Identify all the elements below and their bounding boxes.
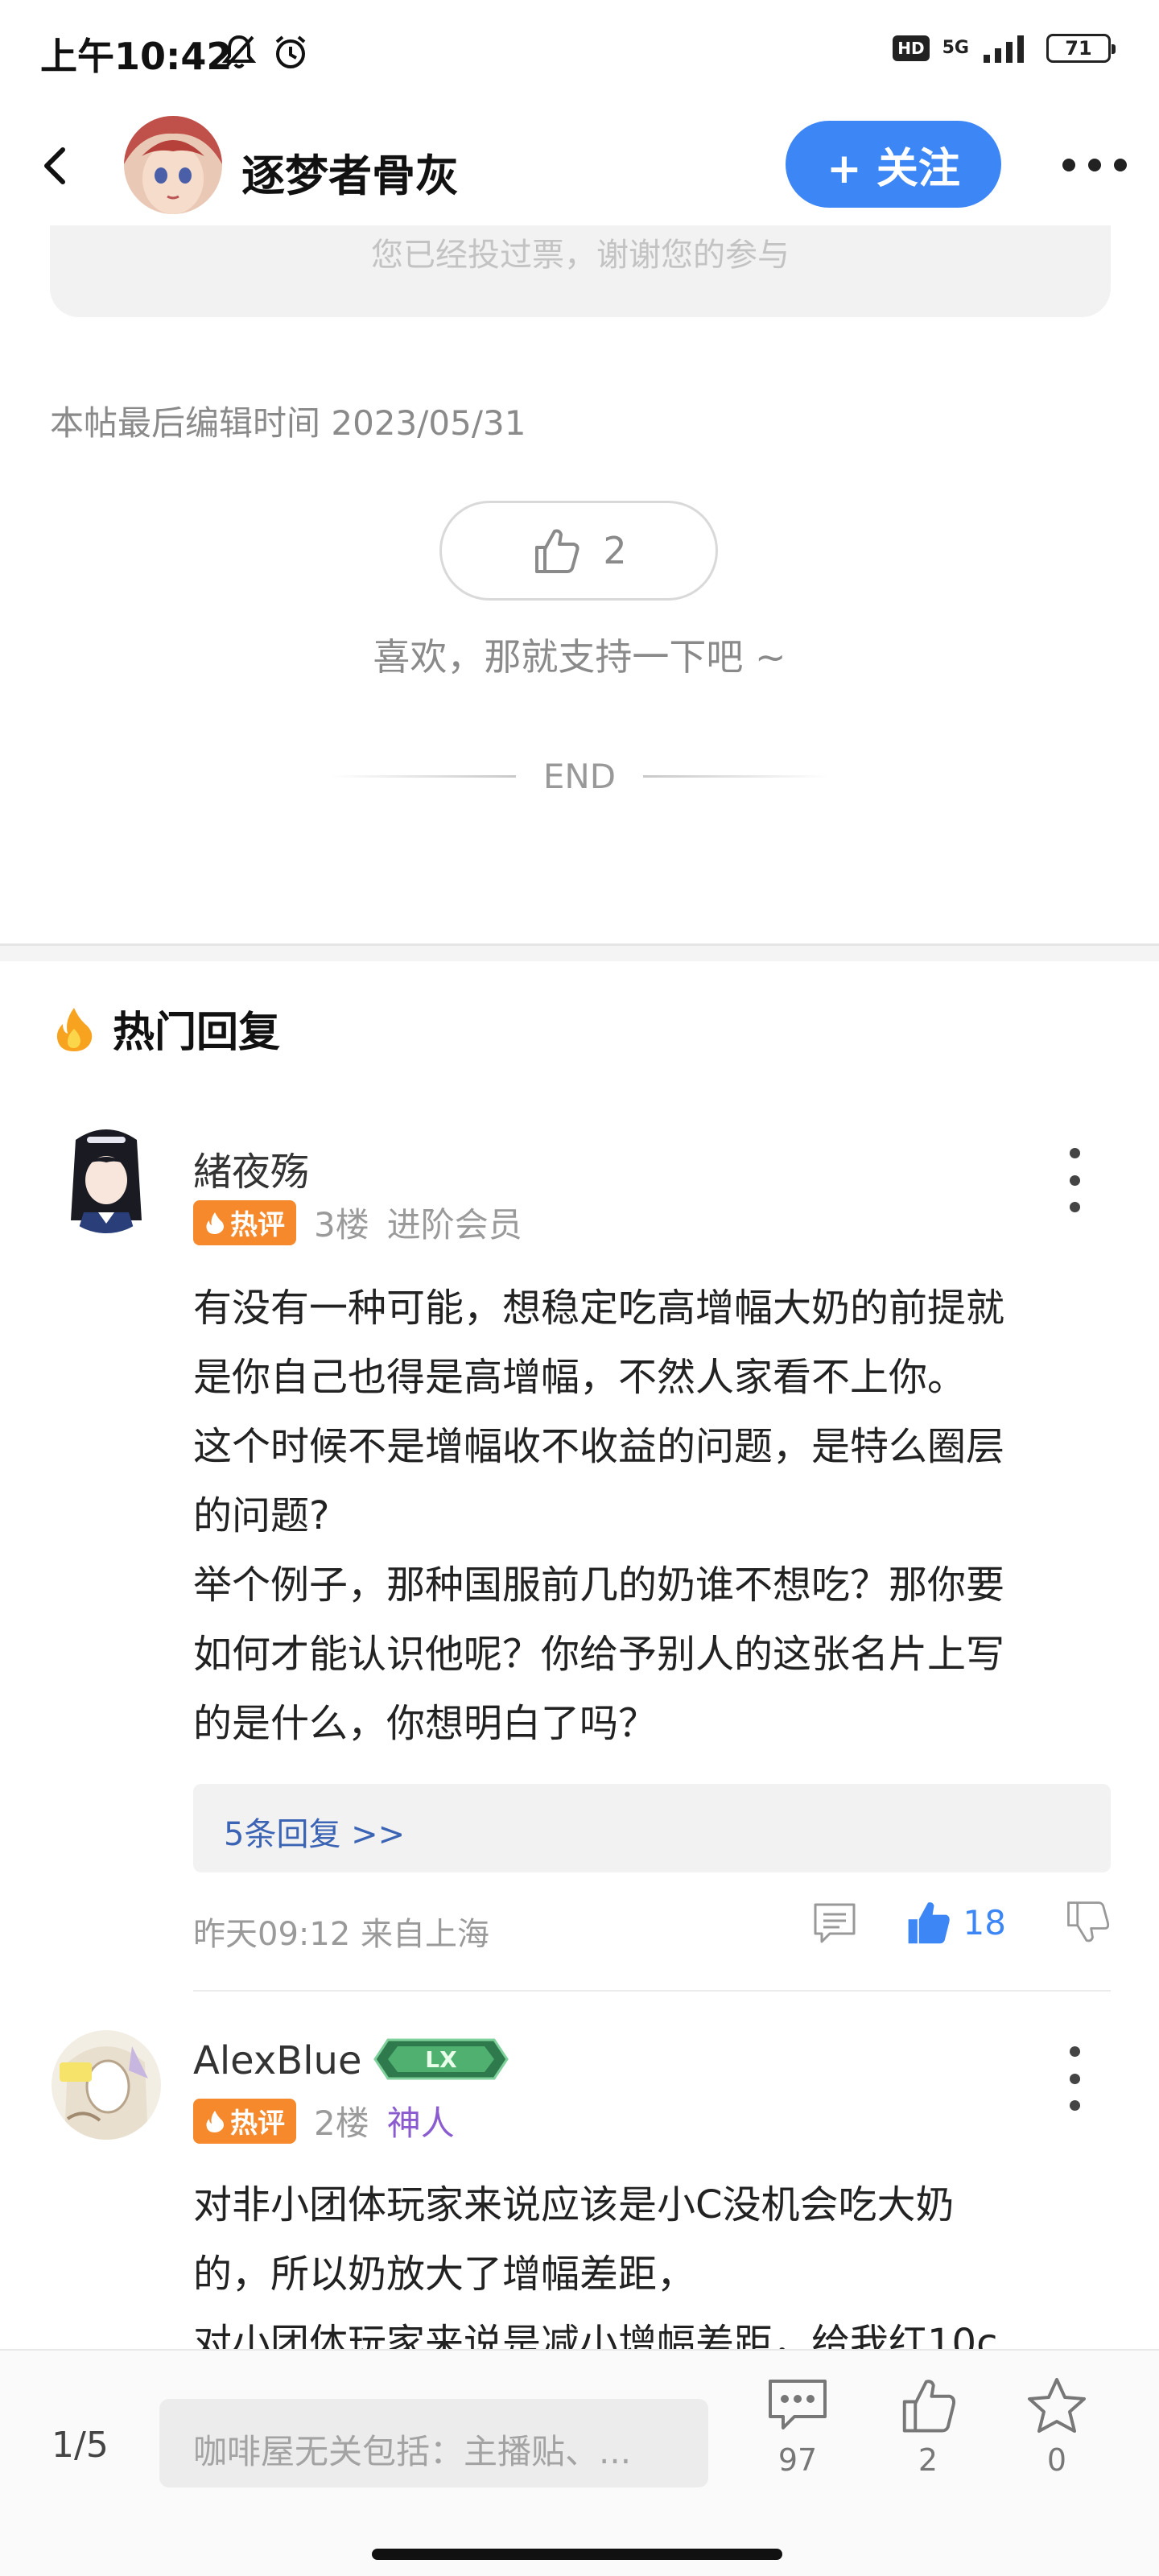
author-avatar[interactable] <box>124 116 222 214</box>
level-badge-icon: LX <box>373 2038 509 2080</box>
hot-comment-badge: 热评 <box>193 1199 296 1245</box>
fire-icon <box>206 1212 224 1234</box>
home-indicator[interactable] <box>372 2549 782 2560</box>
post-header: 逐梦者骨灰 + 关注 <box>0 105 1159 225</box>
page-indicator[interactable]: 1/5 <box>52 2425 109 2466</box>
signal-icon <box>984 35 1024 63</box>
comment-input[interactable]: 咖啡屋无关包括：主播贴、... <box>159 2399 708 2487</box>
bottom-bar: 1/5 咖啡屋无关包括：主播贴、... 97 2 0 <box>0 2349 1159 2576</box>
end-divider: END <box>0 757 1159 796</box>
member-rank: 进阶会员 <box>386 1205 522 1245</box>
comments-button[interactable]: 97 <box>753 2376 842 2478</box>
comment-floor: 2楼 <box>314 2103 369 2143</box>
back-icon[interactable] <box>39 142 71 190</box>
post-like-button[interactable]: 2 <box>439 501 718 601</box>
hd-badge: HD <box>893 35 930 61</box>
hot-comment-badge: 热评 <box>193 2098 296 2144</box>
view-replies-label: 5条回复 >> <box>224 1816 406 1853</box>
like-button[interactable]: 2 <box>884 2376 972 2478</box>
fire-icon <box>56 1007 93 1051</box>
comment-meta: 热评 2楼 神人 <box>193 2096 455 2145</box>
comment-body: 对非小团体玩家来说应该是小C没机会吃大奶 的，所以奶放大了增幅差距， 对小团体玩… <box>193 2182 998 2366</box>
poll-box: 您已经投过票，谢谢您的参与 <box>50 217 1111 317</box>
status-time: 上午10:42 <box>40 35 233 78</box>
hot-replies-title: 热门回复 <box>113 1009 281 1057</box>
comment-like-count: 18 <box>963 1902 1006 1942</box>
view-replies-button[interactable]: 5条回复 >> <box>193 1784 1111 1872</box>
status-bar: 上午10:42 HD 5G 71 <box>0 0 1159 105</box>
thumbs-up-filled-icon[interactable] <box>904 1898 952 1946</box>
more-options-icon[interactable] <box>1062 153 1127 177</box>
battery-level: 71 <box>1065 37 1092 60</box>
follow-button[interactable]: + 关注 <box>786 121 1001 208</box>
end-label: END <box>542 757 617 796</box>
network-type: 5G <box>942 38 969 58</box>
poll-voted-notice: 您已经投过票，谢谢您的参与 <box>371 237 790 274</box>
comment-floor: 3楼 <box>314 1205 369 1245</box>
favorites-count: 0 <box>1046 2442 1067 2478</box>
status-indicators: HD 5G 71 <box>893 32 1116 64</box>
author-name[interactable]: 逐梦者骨灰 <box>241 140 459 204</box>
comment-input-placeholder: 咖啡屋无关包括：主播贴、... <box>193 2432 632 2471</box>
comments-count: 97 <box>777 2442 818 2478</box>
comment-more-icon[interactable] <box>1062 1148 1087 1212</box>
comment-footer: 昨天09:12 来自上海 18 <box>193 1898 1111 1955</box>
comment-date: 昨天09:12 来自上海 <box>193 1916 489 1953</box>
commenter-avatar[interactable] <box>52 1124 161 1233</box>
favorite-button[interactable]: 0 <box>1013 2376 1101 2478</box>
last-edit-time: 本帖最后编辑时间 2023/05/31 <box>50 403 526 443</box>
comment-more-icon[interactable] <box>1062 2046 1087 2111</box>
member-rank: 神人 <box>386 2103 455 2143</box>
likes-count: 2 <box>918 2442 938 2478</box>
alarm-icon <box>275 35 306 68</box>
thumbs-up-icon <box>902 2380 956 2433</box>
commenter-name[interactable]: AlexBlue <box>193 2038 361 2083</box>
hot-replies-header: 热门回复 <box>52 998 280 1059</box>
comment-meta: 热评 3楼 进阶会员 <box>193 1198 522 1247</box>
section-divider <box>0 943 1159 961</box>
fire-icon <box>206 2110 224 2132</box>
thumbs-up-icon <box>535 529 580 573</box>
commenter-avatar[interactable] <box>52 2030 161 2140</box>
reply-icon[interactable] <box>810 1898 859 1946</box>
comment-body: 有没有一种可能，想稳定吃高增幅大奶的前提就 是你自己也得是高增幅，不然人家看不上… <box>193 1286 1005 1746</box>
svg-text:LX: LX <box>425 2046 457 2073</box>
comment-bubble-icon <box>769 2380 827 2429</box>
commenter-name[interactable]: 緒夜殇 <box>193 1140 309 1196</box>
battery-icon: 71 <box>1046 34 1116 63</box>
star-icon <box>1028 2378 1086 2433</box>
mute-bell-icon <box>221 35 257 69</box>
comment-separator <box>193 1990 1111 1992</box>
post-like-count: 2 <box>603 529 627 572</box>
thumbs-down-icon[interactable] <box>1062 1898 1111 1946</box>
support-prompt: 喜欢，那就支持一下吧 ~ <box>373 635 786 679</box>
